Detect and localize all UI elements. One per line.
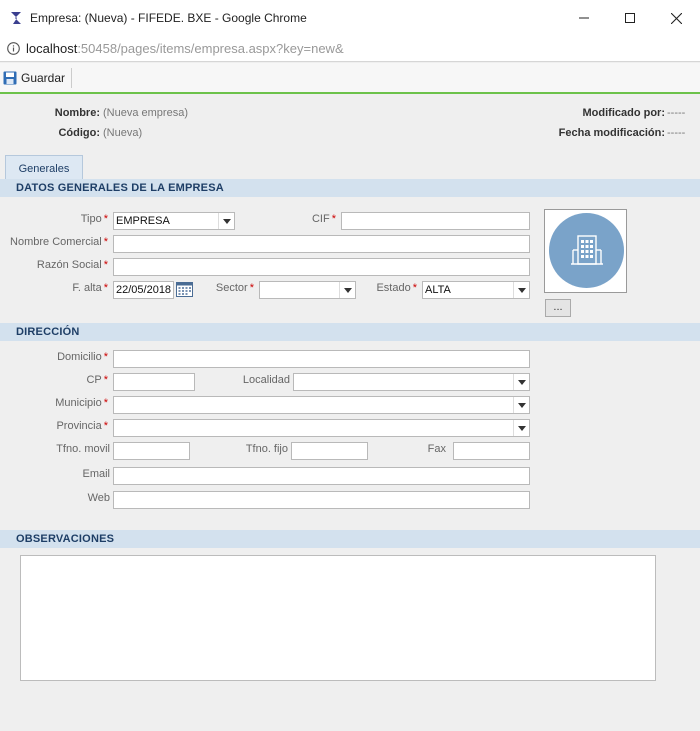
fax-label: Fax — [427, 443, 446, 455]
codigo-label: Código: — [58, 127, 100, 139]
tfno-movil-label: Tfno. movil — [56, 443, 110, 455]
provincia-select[interactable] — [113, 419, 530, 437]
email-input[interactable] — [113, 467, 530, 485]
modificado-por-label: Modificado por: — [582, 107, 666, 119]
cp-input[interactable] — [113, 373, 195, 391]
section-direccion: DIRECCIÓN — [0, 323, 700, 341]
sector-select[interactable] — [259, 281, 356, 299]
nombre-value: (Nueva empresa) — [103, 107, 188, 119]
municipio-label: Municipio * — [55, 397, 108, 409]
floppy-disk-icon — [3, 71, 17, 85]
domicilio-label: Domicilio * — [57, 351, 108, 363]
toolbar: Guardar — [0, 63, 700, 94]
cif-label: CIF * — [311, 213, 336, 225]
estado-label: Estado * — [376, 282, 417, 294]
photo-browse-button[interactable]: ... — [545, 299, 571, 317]
tfno-fijo-label: Tfno. fijo — [245, 443, 288, 455]
razon-social-input[interactable] — [113, 258, 530, 276]
url-host: localhost — [26, 41, 78, 56]
info-icon[interactable] — [7, 42, 20, 55]
fecha-alta-input[interactable]: 22/05/2018 — [113, 281, 174, 299]
section-observaciones: OBSERVACIONES — [0, 530, 700, 548]
chevron-down-icon — [513, 420, 529, 436]
window-titlebar: Empresa: (Nueva) - FIFEDE. BXE - Google … — [0, 0, 700, 36]
chevron-down-icon — [513, 282, 529, 298]
maximize-button[interactable] — [607, 0, 653, 36]
fecha-modificacion-label: Fecha modificación: — [558, 127, 665, 139]
codigo-value: (Nueva) — [103, 127, 143, 139]
close-button[interactable] — [653, 0, 699, 36]
building-icon — [570, 234, 603, 265]
url-rest: :50458/pages/items/empresa.aspx?key=new& — [77, 41, 344, 56]
maximize-icon — [625, 13, 635, 23]
razon-social-label: Razón Social * — [36, 259, 108, 271]
observaciones-textarea[interactable] — [20, 555, 656, 681]
app-logo-icon — [11, 12, 21, 24]
web-label: Web — [87, 492, 110, 504]
nombre-label: Nombre: — [54, 107, 100, 119]
minimize-button[interactable] — [561, 0, 607, 36]
window-title: Empresa: (Nueva) - FIFEDE. BXE - Google … — [30, 11, 307, 25]
cif-input[interactable] — [341, 212, 530, 230]
tfno-movil-input[interactable] — [113, 442, 190, 460]
tipo-select[interactable]: EMPRESA — [113, 212, 235, 230]
save-button[interactable]: Guardar — [3, 68, 73, 88]
tab-generales[interactable]: Generales — [5, 155, 83, 181]
email-label: Email — [82, 468, 110, 480]
localidad-select[interactable] — [293, 373, 530, 391]
section-datos-generales: DATOS GENERALES DE LA EMPRESA — [0, 179, 700, 197]
modificado-por-value: ----- — [667, 107, 686, 119]
provincia-label: Provincia * — [56, 420, 108, 432]
fecha-alta-label: F. alta * — [72, 282, 108, 294]
estado-select[interactable]: ALTA — [422, 281, 530, 299]
fecha-modificacion-value: ----- — [667, 127, 686, 139]
fax-input[interactable] — [453, 442, 530, 460]
url-text[interactable]: localhost:50458/pages/items/empresa.aspx… — [26, 41, 344, 56]
web-input[interactable] — [113, 491, 530, 509]
save-button-label: Guardar — [21, 71, 66, 85]
cp-label: CP * — [86, 374, 108, 386]
municipio-select[interactable] — [113, 396, 530, 414]
chevron-down-icon — [513, 374, 529, 390]
localidad-label: Localidad — [242, 374, 290, 386]
nombre-comercial-label: Nombre Comercial * — [10, 236, 108, 248]
chevron-down-icon — [513, 397, 529, 413]
close-icon — [670, 12, 682, 24]
domicilio-input[interactable] — [113, 350, 530, 368]
company-photo — [544, 209, 627, 293]
calendar-icon[interactable] — [176, 281, 193, 297]
chevron-down-icon — [218, 213, 234, 229]
tfno-fijo-input[interactable] — [291, 442, 368, 460]
company-photo-circle — [549, 213, 624, 288]
nombre-comercial-input[interactable] — [113, 235, 530, 253]
sector-label: Sector * — [215, 282, 254, 294]
address-bar[interactable]: localhost:50458/pages/items/empresa.aspx… — [0, 36, 700, 62]
minimize-icon — [579, 17, 589, 19]
tipo-label: Tipo * — [80, 213, 108, 225]
